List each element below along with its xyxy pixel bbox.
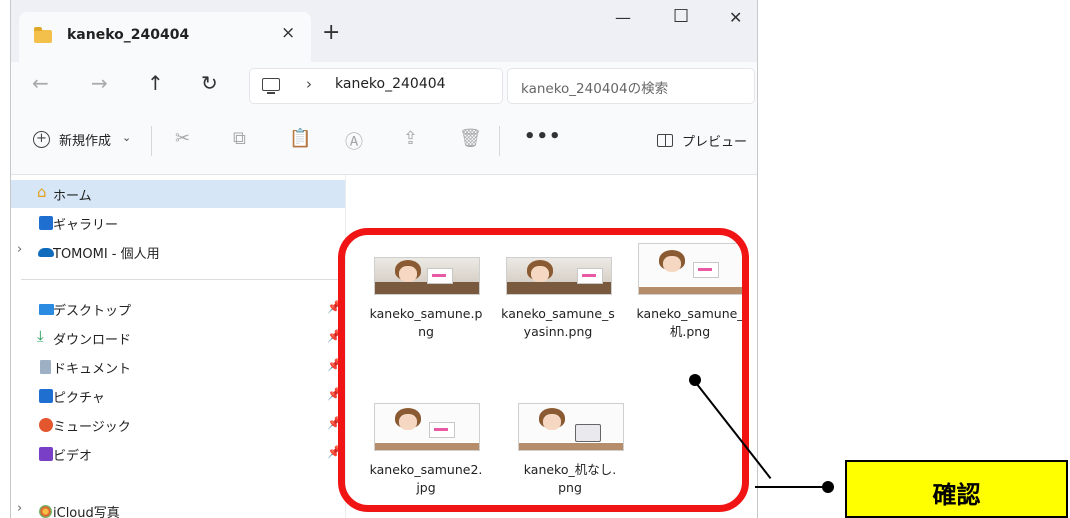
divider bbox=[499, 126, 500, 156]
sidebar-item-downloads[interactable]: ⤓ ダウンロード 📌 bbox=[11, 324, 345, 352]
gallery-icon bbox=[39, 216, 53, 230]
command-bar: + 新規作成 ⌄ ✂ ⧉ 📋 Ⓐ ⇪ 🗑 ••• プレビュー bbox=[11, 108, 757, 175]
tab-kaneko-240404[interactable]: kaneko_240404 × bbox=[19, 12, 311, 62]
close-window-button[interactable]: ✕ bbox=[729, 8, 742, 27]
refresh-button[interactable]: ↻ bbox=[201, 71, 218, 95]
folder-icon bbox=[34, 27, 52, 43]
this-pc-icon bbox=[262, 78, 280, 94]
address-bar[interactable]: › kaneko_240404 bbox=[249, 68, 503, 104]
plus-circle-icon: + bbox=[33, 131, 50, 148]
breadcrumb-path[interactable]: kaneko_240404 bbox=[335, 76, 446, 92]
pictures-icon bbox=[39, 389, 53, 403]
sidebar-item-videos[interactable]: ビデオ 📌 bbox=[11, 440, 345, 468]
rename-icon[interactable]: Ⓐ bbox=[345, 128, 363, 154]
more-options-button[interactable]: ••• bbox=[524, 126, 562, 147]
sidebar-item-label: ドキュメント bbox=[53, 362, 132, 377]
download-icon: ⤓ bbox=[37, 327, 44, 345]
minimize-button[interactable]: — bbox=[615, 8, 631, 27]
delete-icon[interactable]: 🗑 bbox=[459, 128, 482, 149]
chevron-right-icon[interactable]: › bbox=[17, 242, 22, 257]
forward-button[interactable]: → bbox=[91, 71, 108, 95]
chevron-right-icon: › bbox=[306, 75, 312, 93]
sidebar-item-icloud-photos[interactable]: › iCloud写真 bbox=[11, 497, 345, 518]
new-label: 新規作成 bbox=[59, 134, 112, 149]
sidebar-item-onedrive[interactable]: › TOMOMI - 個人用 bbox=[11, 238, 345, 266]
sidebar-item-music[interactable]: ミュージック 📌 bbox=[11, 411, 345, 439]
sidebar-item-label: ミュージック bbox=[53, 420, 131, 435]
sidebar-item-label: TOMOMI - 個人用 bbox=[53, 247, 160, 262]
preview-pane-icon bbox=[657, 134, 673, 147]
chevron-down-icon: ⌄ bbox=[122, 131, 132, 144]
home-icon: ⌂ bbox=[37, 183, 47, 201]
tab-title: kaneko_240404 bbox=[67, 27, 190, 43]
callout-line bbox=[755, 486, 827, 488]
sidebar-item-home[interactable]: ⌂ ホーム bbox=[11, 180, 345, 208]
sidebar-item-documents[interactable]: ドキュメント 📌 bbox=[11, 353, 345, 381]
sidebar-item-label: デスクトップ bbox=[53, 304, 132, 319]
divider bbox=[151, 126, 152, 156]
sidebar-item-gallery[interactable]: ギャラリー bbox=[11, 209, 345, 237]
sidebar-item-label: ホーム bbox=[53, 189, 92, 204]
sidebar-item-desktop[interactable]: デスクトップ 📌 bbox=[11, 295, 345, 323]
callout-dot bbox=[822, 481, 834, 493]
sidebar-item-label: iCloud写真 bbox=[53, 506, 120, 518]
paste-icon[interactable]: 📋 bbox=[289, 128, 311, 149]
new-tab-button[interactable]: + bbox=[322, 20, 340, 45]
up-button[interactable]: ↑ bbox=[147, 71, 164, 95]
highlight-frame bbox=[338, 228, 749, 512]
onedrive-icon bbox=[38, 248, 54, 257]
callout-label-box: 確認 bbox=[845, 460, 1068, 518]
search-input[interactable]: kaneko_240404の検索 bbox=[507, 68, 755, 104]
sidebar-item-label: ビデオ bbox=[53, 449, 93, 464]
icloud-photos-icon bbox=[39, 505, 52, 518]
sidebar-item-label: ダウンロード bbox=[53, 333, 132, 348]
desktop-icon bbox=[39, 304, 54, 315]
chevron-right-icon[interactable]: › bbox=[17, 501, 22, 516]
copy-icon[interactable]: ⧉ bbox=[233, 128, 246, 149]
sidebar-divider bbox=[21, 279, 341, 280]
callout-label: 確認 bbox=[932, 481, 981, 509]
back-button[interactable]: ← bbox=[32, 71, 49, 95]
scissors-icon[interactable]: ✂ bbox=[175, 128, 190, 149]
music-icon bbox=[39, 418, 53, 432]
video-icon bbox=[39, 447, 53, 461]
tab-close-icon[interactable]: × bbox=[281, 23, 295, 43]
sidebar-item-label: ギャラリー bbox=[53, 218, 119, 233]
maximize-button[interactable]: ☐ bbox=[673, 6, 689, 27]
title-bar: kaneko_240404 × + — ☐ ✕ bbox=[11, 0, 757, 62]
document-icon bbox=[40, 360, 51, 374]
navigation-bar: ← → ↑ ↻ › kaneko_240404 kaneko_240404の検索 bbox=[11, 62, 757, 108]
sidebar-item-pictures[interactable]: ピクチャ 📌 bbox=[11, 382, 345, 410]
sidebar-item-label: ピクチャ bbox=[53, 391, 105, 406]
search-placeholder: kaneko_240404の検索 bbox=[521, 81, 669, 97]
share-icon[interactable]: ⇪ bbox=[403, 128, 418, 149]
navigation-pane: ⌂ ホーム ギャラリー › TOMOMI - 個人用 デスクトップ 📌 ⤓ ダウ… bbox=[11, 175, 346, 518]
preview-label: プレビュー bbox=[682, 135, 748, 150]
